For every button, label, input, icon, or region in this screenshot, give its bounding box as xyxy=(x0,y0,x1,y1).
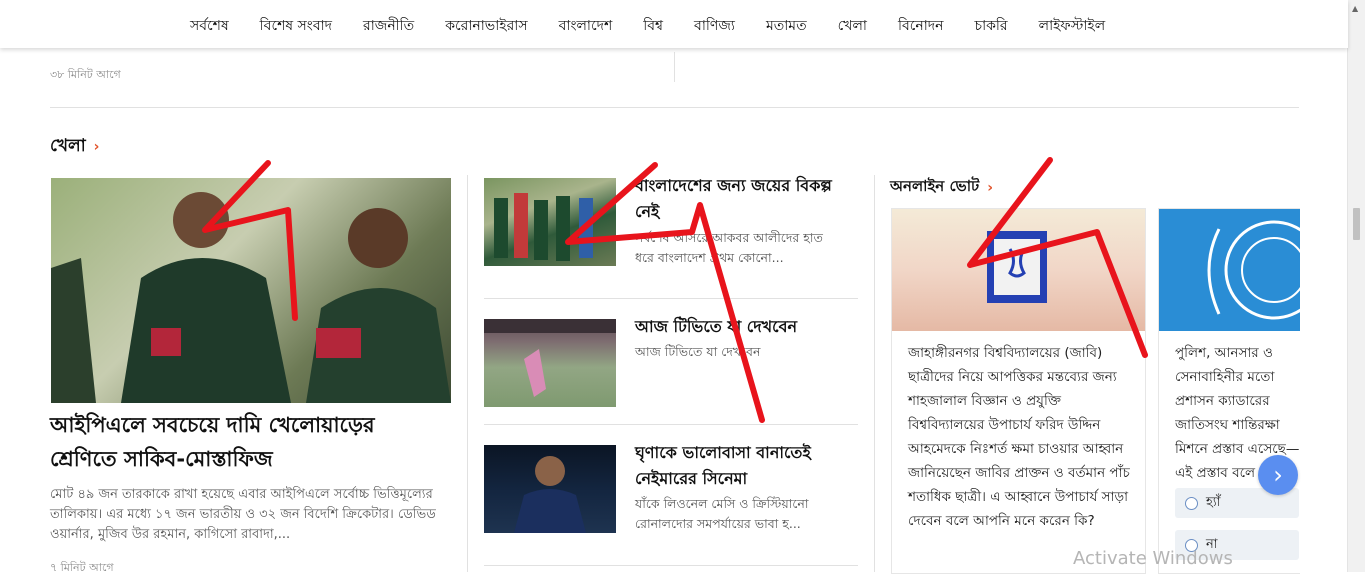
players-photo-icon xyxy=(51,192,451,403)
divider xyxy=(674,52,675,82)
lead-article-headline[interactable]: আইপিএলে সবচেয়ে দামি খেলোয়াড়ের শ্রেণিত… xyxy=(50,408,440,476)
scroll-thumb[interactable] xyxy=(1353,208,1360,240)
poll-card-ju: জাহাঙ্গীরনগর বিশ্ববিদ্যালয়ের (জাবি) ছাত… xyxy=(891,208,1146,574)
section-title-text: খেলা xyxy=(50,136,86,156)
article-thumb-team[interactable] xyxy=(484,178,616,266)
online-poll-label: অনলাইন ভোট xyxy=(890,177,980,195)
scroll-up-arrow-icon[interactable]: ▲ xyxy=(1352,4,1358,13)
radio-icon[interactable] xyxy=(1185,496,1198,510)
nav-item-opinion[interactable]: মতামত xyxy=(766,14,807,38)
list-divider xyxy=(484,298,858,299)
carousel-next-button[interactable]: › xyxy=(1258,455,1298,495)
section-divider xyxy=(50,107,1299,108)
option-label: হ্যাঁ xyxy=(1206,494,1221,510)
neymar-photo-icon xyxy=(514,456,586,533)
lead-article-summary: মোট ৪৯ জন তারকাকে রাখা হয়েছে এবার আইপিএ… xyxy=(50,487,436,542)
nav-menu: সর্বশেষ বিশেষ সংবাদ রাজনীতি করোনাভাইরাস … xyxy=(190,14,1105,38)
top-article-time: ৩৮ মিনিট আগে xyxy=(50,68,121,81)
nav-item-world[interactable]: বিশ্ব xyxy=(643,14,663,38)
nav-item-jobs[interactable]: চাকরি xyxy=(975,14,1008,38)
online-poll-title[interactable]: অনলাইন ভোট › xyxy=(890,175,993,200)
list-divider xyxy=(484,565,858,566)
un-emblem-icon xyxy=(1207,220,1300,320)
top-navigation: সর্বশেষ বিশেষ সংবাদ রাজনীতি করোনাভাইরাস … xyxy=(0,0,1348,48)
article-title-1[interactable]: বাংলাদেশের জন্য জয়ের বিকল্প নেই xyxy=(635,173,845,225)
article-thumb-cricket[interactable] xyxy=(484,319,616,407)
article-title-3[interactable]: ঘৃণাকে ভালোবাসা বানাতেই নেইমারের সিনেমা xyxy=(635,440,845,492)
activate-windows-watermark: Activate Windows xyxy=(1073,548,1233,569)
poll-card-image xyxy=(1159,209,1300,331)
section-title-sports[interactable]: খেলা › xyxy=(50,133,99,161)
article-thumb-neymar[interactable] xyxy=(484,445,616,533)
column-divider xyxy=(874,175,875,572)
nav-item-sports[interactable]: খেলা xyxy=(838,14,867,38)
poll-question-1: জাহাঙ্গীরনগর বিশ্ববিদ্যালয়ের (জাবি) ছাত… xyxy=(908,345,1130,529)
chevron-right-icon: › xyxy=(1273,461,1283,489)
column-divider xyxy=(467,175,468,572)
nav-item-latest[interactable]: সর্বশেষ xyxy=(190,14,229,38)
list-divider xyxy=(484,424,858,425)
article-summary-1: সর্বশেষ আসরে আকবর আলীদের হাত ধরে বাংলাদে… xyxy=(635,230,823,265)
nav-item-coronavirus[interactable]: করোনাভাইরাস xyxy=(445,14,527,38)
article-title-2[interactable]: আজ টিভিতে যা দেখবেন xyxy=(635,314,845,340)
lead-article-image[interactable] xyxy=(51,178,451,403)
poll-card-image xyxy=(892,209,1145,331)
nav-item-bangladesh[interactable]: বাংলাদেশ xyxy=(559,14,613,38)
chevron-right-icon: › xyxy=(93,139,100,155)
poll-card-un: পুলিশ, আনসার ও সেনাবাহিনীর মতো প্রশাসন ক… xyxy=(1158,208,1300,574)
team-photo-icon xyxy=(494,193,593,261)
nav-item-business[interactable]: বাণিজ্য xyxy=(694,14,735,38)
nav-item-politics[interactable]: রাজনীতি xyxy=(363,14,414,38)
university-logo-icon xyxy=(987,231,1047,303)
chevron-right-icon: › xyxy=(987,179,994,196)
lead-article-time: ৭ মিনিট আগে xyxy=(50,561,114,574)
nav-item-entertainment[interactable]: বিনোদন xyxy=(898,14,944,38)
nav-item-special-news[interactable]: বিশেষ সংবাদ xyxy=(260,14,332,38)
nav-item-lifestyle[interactable]: লাইফস্টাইল xyxy=(1039,14,1106,38)
vertical-scrollbar[interactable]: ▲ xyxy=(1347,0,1365,572)
article-summary-2: আজ টিভিতে যা দেখবেন xyxy=(635,344,761,359)
cricket-photo-icon xyxy=(484,319,616,397)
article-summary-3: যাঁকে লিওনেল মেসি ও ক্রিস্টিয়ানো রোনালদ… xyxy=(635,496,809,531)
